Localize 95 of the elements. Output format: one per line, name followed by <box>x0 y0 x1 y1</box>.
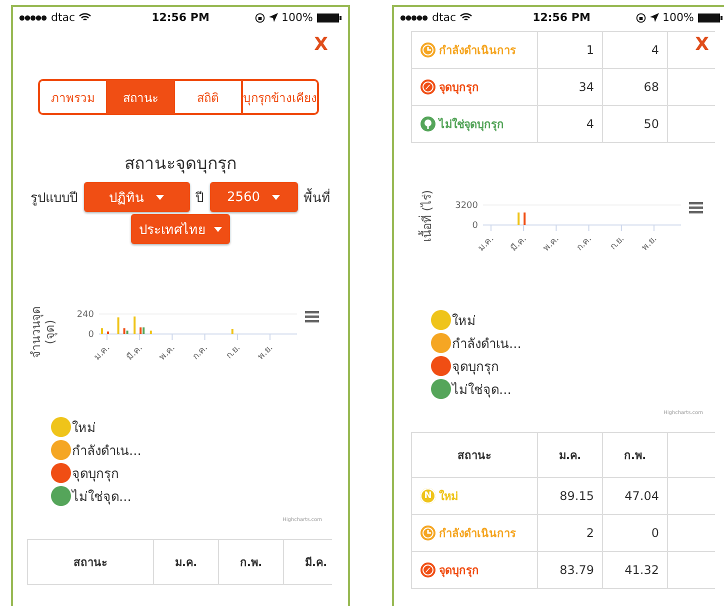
bar <box>518 212 520 225</box>
menu-icon[interactable] <box>689 202 703 214</box>
status-label: จุดบุกรุก <box>439 563 479 579</box>
battery-icon <box>316 12 342 22</box>
y-tick-label: 3200 <box>455 201 478 211</box>
legend-label[interactable]: ใหม่ <box>452 310 476 330</box>
legend-label[interactable]: ไม่ใช่จุด... <box>72 486 132 506</box>
status-label: กำลังดำเนินการ <box>439 43 516 59</box>
x-tick-label: มี.ค. <box>125 343 145 363</box>
x-tick-label: ก.ย. <box>608 234 627 252</box>
menu-icon[interactable] <box>305 311 319 322</box>
field-label: รูปแบบปี <box>30 190 78 208</box>
table-cell: 50 <box>644 117 659 131</box>
lock-rotation-icon <box>636 12 646 22</box>
table-cell: 1 <box>586 43 594 57</box>
status-time: 12:56 PM <box>532 11 590 24</box>
battery-percent: 100% <box>282 11 313 24</box>
lock-rotation-icon <box>254 12 265 22</box>
bar <box>524 212 526 225</box>
table-cell: 89.15 <box>560 489 594 503</box>
bar <box>117 317 120 334</box>
legend-label[interactable]: ใหม่ <box>72 416 96 438</box>
field-label: ปี <box>196 190 204 208</box>
status-label: ใหม่ <box>439 488 458 505</box>
carrier-name: dtac <box>51 11 76 24</box>
table-cell: 4 <box>651 43 659 57</box>
legend-label[interactable]: กำลังดำเน... <box>72 440 142 460</box>
caret-icon <box>156 194 164 200</box>
area-dropdown[interactable]: ประเทศไทย <box>131 214 230 244</box>
status-label: จุดบุกรุก <box>439 80 479 96</box>
tab[interactable]: สถานะ <box>106 81 174 113</box>
legend-label[interactable]: กำลังดำเน... <box>452 332 522 354</box>
location-arrow-icon <box>268 13 278 22</box>
x-tick-label: ม.ค. <box>92 343 112 363</box>
section-title: สถานะจุดบุกรุก <box>124 153 238 176</box>
x-tick-label: ก.ค. <box>191 343 210 362</box>
signal-icon <box>400 14 428 20</box>
x-tick-label: ก.ค. <box>575 234 594 253</box>
table-cell: 47.04 <box>624 489 659 503</box>
table-cell: 34 <box>578 80 594 94</box>
column-header: สถานะ <box>74 556 108 569</box>
legend-label[interactable]: ไม่ใช่จุด... <box>452 378 512 400</box>
column-header: ม.ค. <box>174 556 198 569</box>
x-tick-label: พ.ค. <box>542 234 562 254</box>
caret-icon <box>214 226 222 232</box>
close-button[interactable]: X <box>695 34 709 55</box>
compass-icon <box>420 79 436 95</box>
location-arrow-icon <box>650 13 659 22</box>
x-tick-label: พ.ย. <box>256 343 276 362</box>
year-type-dropdown[interactable]: ปฏิทิน <box>84 182 190 212</box>
x-tick-label: พ.ค. <box>158 343 178 363</box>
field-label: พื้นที่ <box>304 186 330 208</box>
compass-icon <box>420 562 436 578</box>
table-cell: 83.79 <box>560 563 594 577</box>
wifi-icon <box>79 13 92 22</box>
y-tick-label: 0 <box>472 221 478 231</box>
battery-icon <box>698 12 723 22</box>
y-tick-label: 240 <box>76 310 94 320</box>
legend-label[interactable]: จุดบุกรุก <box>452 356 499 376</box>
x-tick-label: มี.ค. <box>509 234 529 254</box>
x-tick-label: ก.ย. <box>224 343 243 362</box>
y-axis-title: จำนวนจุด (จุด) <box>29 305 57 360</box>
column-header: สถานะ <box>458 449 492 462</box>
column-header: มี.ค. <box>304 556 328 569</box>
column-header: ม.ค. <box>558 449 582 462</box>
battery-percent: 100% <box>662 11 694 24</box>
table-cell: 0 <box>651 526 659 540</box>
clock-icon <box>420 525 436 541</box>
bar <box>150 330 152 334</box>
tab[interactable]: บุกรุกข้างเคียง <box>241 81 317 113</box>
status-icon: N <box>420 488 436 504</box>
table-cell: 68 <box>644 80 659 94</box>
legend-label[interactable]: จุดบุกรุก <box>72 462 119 484</box>
table-cell: 4 <box>586 117 594 131</box>
table-cell: 2 <box>586 526 594 540</box>
x-tick-label: พ.ย. <box>640 234 660 253</box>
bar <box>134 316 136 334</box>
status-time: 12:56 PM <box>152 11 210 24</box>
y-axis-title: เนื้อที่ (ไร่) <box>420 188 434 244</box>
column-header: ก.พ. <box>240 556 262 569</box>
status-label: กำลังดำเนินการ <box>439 526 516 542</box>
wifi-icon <box>460 13 472 22</box>
close-button[interactable]: X <box>314 34 328 55</box>
column-header: ก.พ. <box>624 449 646 462</box>
status-label: ไม่ใช่จุดบุกรุก <box>439 116 504 133</box>
caret-icon <box>272 194 280 200</box>
signal-icon <box>19 14 47 20</box>
year-dropdown[interactable]: 2560 <box>210 182 298 212</box>
carrier-name: dtac <box>432 11 456 24</box>
bar <box>231 329 234 334</box>
clock-icon <box>420 42 436 58</box>
table-cell: 41.32 <box>624 563 659 577</box>
x-tick-label: ม.ค. <box>476 234 496 254</box>
tree-icon <box>420 116 436 132</box>
y-tick-label: 0 <box>88 330 94 340</box>
